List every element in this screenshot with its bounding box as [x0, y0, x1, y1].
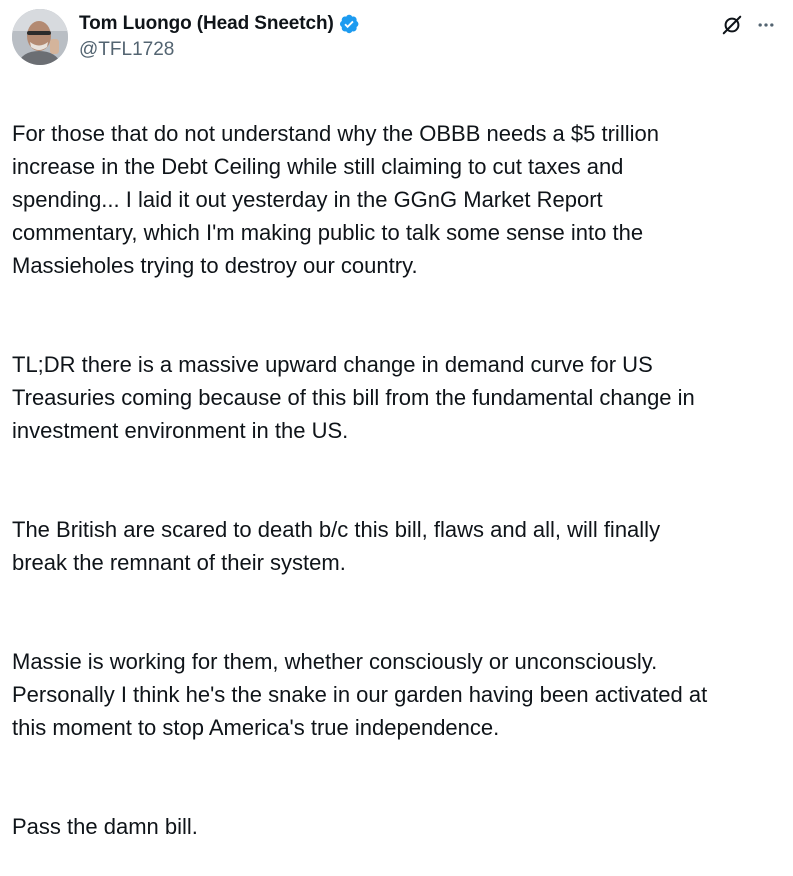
more-options-icon [758, 23, 774, 27]
tweet-paragraph: TL;DR there is a massive upward change i… [12, 352, 695, 443]
author-display-name[interactable]: Tom Luongo (Head Sneetch) [79, 13, 334, 35]
tweet-actions [717, 11, 781, 39]
more-options-button[interactable] [751, 11, 781, 39]
grok-button[interactable] [717, 11, 747, 39]
author-names: Tom Luongo (Head Sneetch) @TFL1728 [79, 11, 360, 61]
avatar-image [12, 9, 68, 65]
author-handle[interactable]: @TFL1728 [79, 39, 360, 61]
tweet-text: For those that do not understand why the… [12, 84, 782, 876]
tweet: Tom Luongo (Head Sneetch) @TFL1728 For t… [0, 0, 793, 839]
avatar[interactable] [12, 9, 68, 65]
tweet-paragraph: Pass the damn bill. [12, 814, 198, 839]
tweet-paragraph: For those that do not understand why the… [12, 121, 659, 278]
display-name-row: Tom Luongo (Head Sneetch) [79, 11, 360, 37]
tweet-paragraph: The British are scared to death b/c this… [12, 517, 661, 575]
verified-badge-icon[interactable] [338, 13, 360, 35]
tweet-paragraph: Massie is working for them, whether cons… [12, 649, 708, 740]
tweet-header: Tom Luongo (Head Sneetch) @TFL1728 [12, 9, 781, 65]
grok-icon [722, 15, 742, 35]
